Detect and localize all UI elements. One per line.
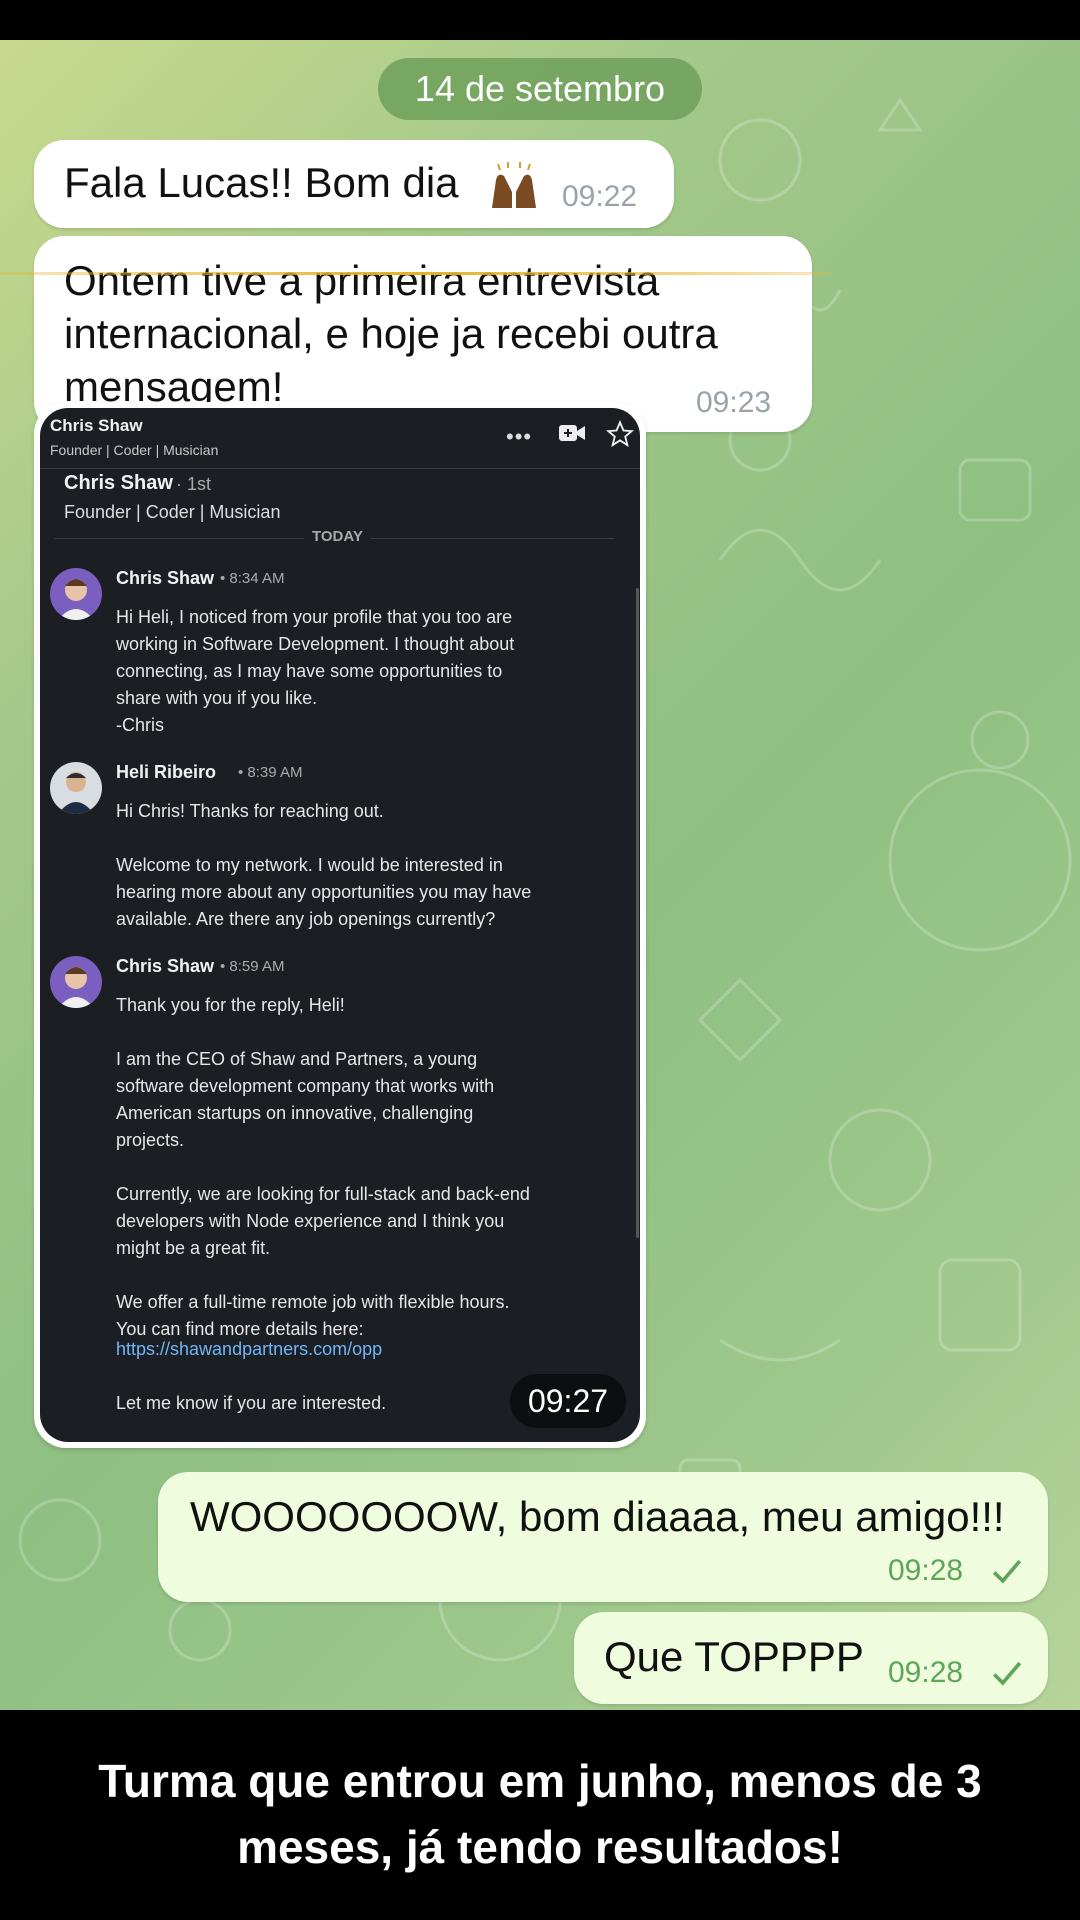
sender-name: Chris Shaw — [116, 956, 215, 976]
scrollbar[interactable] — [636, 588, 639, 1238]
message-timestamp: • 8:39 AM — [238, 764, 303, 781]
message-timestamp: • 8:59 AM — [220, 958, 285, 975]
message-text: Que TOPPPP — [604, 1633, 864, 1680]
image-message[interactable]: Chris Shaw Founder | Coder | Musician ••… — [34, 402, 646, 1448]
day-divider: TODAY — [304, 528, 371, 545]
caption-line: meses, já tendo resultados! — [237, 1821, 843, 1873]
chat-background: 14 de setembro Fala Lucas!! Bom dia 09:2… — [0, 40, 1080, 1710]
message-line: Ontem tive a primeira entrevista — [64, 257, 660, 304]
conversation-header-name: Chris Shaw — [50, 416, 143, 435]
message-time: 09:23 — [696, 386, 772, 419]
header-divider — [40, 468, 640, 469]
outgoing-message[interactable]: Que TOPPPP 09:28 — [574, 1612, 1048, 1704]
linkedin-message-text: Hi Chris! Thanks for reaching out. Welco… — [116, 801, 532, 929]
outgoing-message[interactable]: WOOOOOOOW, bom diaaaa, meu amigo!!! 09:2… — [158, 1472, 1048, 1602]
linkedin-link[interactable]: https://shawandpartners.com/opp — [116, 1336, 382, 1363]
caption-line: Turma que entrou em junho, menos de 3 — [98, 1755, 982, 1807]
incoming-message[interactable]: Fala Lucas!! Bom dia 09:22 — [34, 140, 674, 228]
message-time: 09:27 — [510, 1374, 626, 1428]
message-text: WOOOOOOOW, bom diaaaa, meu amigo!!! — [190, 1493, 1005, 1540]
message-time: 09:28 — [888, 1656, 964, 1689]
avatar — [50, 568, 102, 620]
message-time: 09:28 — [888, 1554, 964, 1587]
message-text: Fala Lucas!! Bom dia — [64, 159, 459, 206]
profile-name: Chris Shaw — [64, 472, 173, 494]
connection-degree: · 1st — [176, 474, 212, 494]
highlight-line — [0, 272, 830, 275]
sender-name: Chris Shaw — [116, 568, 215, 588]
read-check-icon — [992, 1661, 1022, 1686]
avatar — [50, 956, 102, 1008]
linkedin-screenshot: Chris Shaw Founder | Coder | Musician ••… — [40, 408, 640, 1442]
conversation-header-headline: Founder | Coder | Musician — [50, 442, 219, 458]
more-options-icon: ••• — [506, 424, 533, 449]
video-call-icon — [558, 422, 586, 449]
message-line: internacional, e hoje ja recebi outra — [64, 310, 718, 357]
date-divider: 14 de setembro — [378, 58, 702, 120]
profile-headline: Founder | Coder | Musician — [64, 502, 281, 522]
raising-hands-emoji-icon — [486, 162, 542, 210]
star-icon — [605, 419, 635, 453]
linkedin-message-text: Let me know if you are interested. — [116, 1393, 387, 1413]
sender-name: Heli Ribeiro — [116, 762, 217, 782]
caption-banner: Turma que entrou em junho, menos de 3 me… — [0, 1710, 1080, 1920]
linkedin-message-text: Thank you for the reply, Heli! I am the … — [116, 995, 530, 1339]
message-time: 09:22 — [562, 180, 638, 213]
avatar — [50, 762, 102, 814]
message-timestamp: • 8:34 AM — [220, 570, 285, 587]
linkedin-message-text: Hi Heli, I noticed from your profile tha… — [116, 607, 515, 735]
read-check-icon — [992, 1559, 1022, 1584]
